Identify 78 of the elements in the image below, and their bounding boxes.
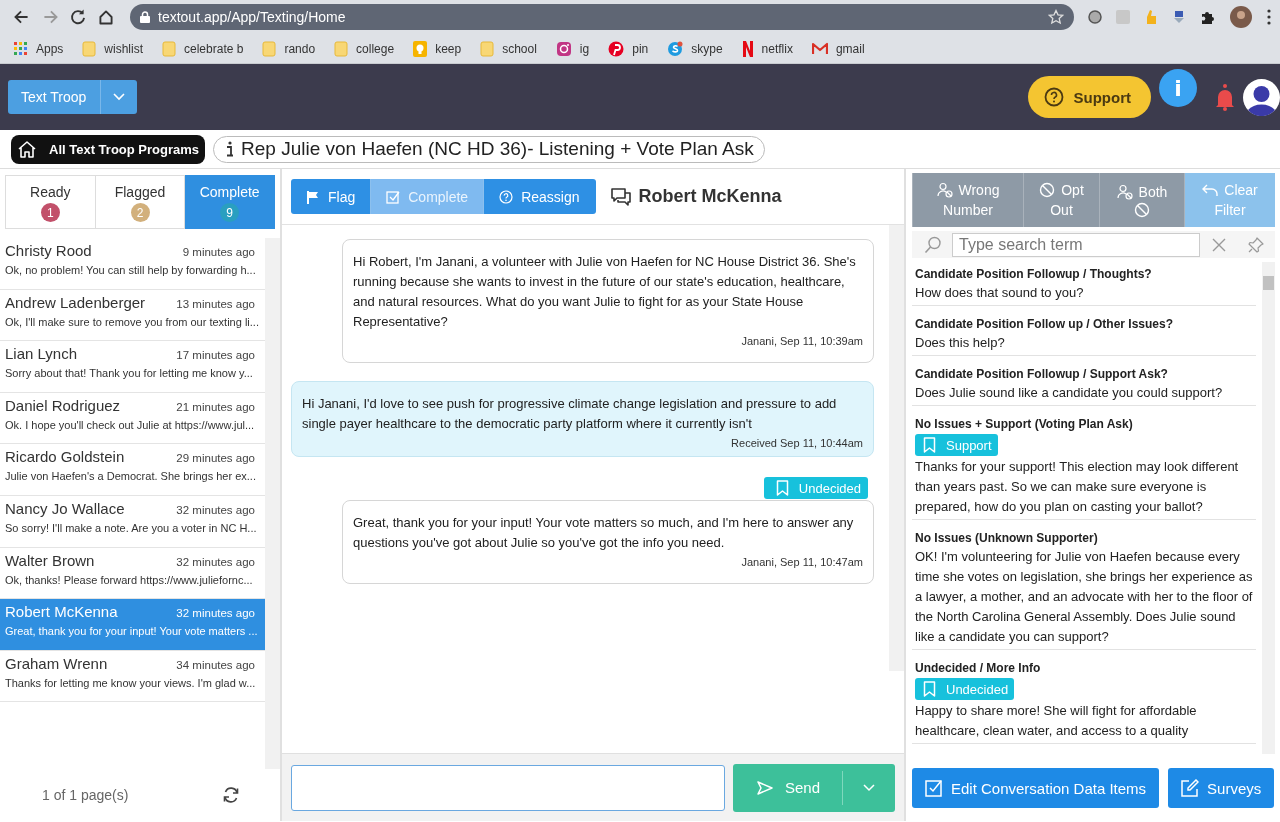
contact-name: Robert McKenna	[5, 603, 118, 621]
timestamp: 32 minutes ago	[176, 555, 255, 568]
bookmark-link[interactable]: rando	[284, 41, 316, 56]
script-title: No Issues + Support (Voting Plan Ask)	[915, 416, 1134, 433]
edit-data-button[interactable]: Edit Conversation Data Items	[912, 768, 1160, 808]
timestamp: 13 minutes ago	[176, 297, 255, 310]
bookmark-link[interactable]: keep	[435, 41, 462, 56]
bookmark-link[interactable]: college	[356, 41, 395, 56]
contact-name: Christy Rood	[5, 242, 92, 259]
script-text: How does that sound to you?	[915, 284, 1085, 302]
script-text: Thanks for your support! This election may look different than years past. So we can make sure everyone is prepared, how do you plan on casting your ballot?	[915, 458, 1240, 516]
script-text: OK! I'm volunteering for Julie von Haefen because every time she votes on legislation, she brings her experience as a lawyer, a mother, and an advocate with her to the floor of the North Carolina General Assembly. Does Julie sound like a candidate you can support?	[915, 548, 1254, 646]
script-item[interactable]: Candidate Position Followup / Support Ask? Does Julie sound like a candidate you could support?	[912, 362, 1256, 406]
bookmark-link[interactable]: wishlist	[104, 41, 144, 56]
message-meta: Janani, Sep 11, 10:39am	[740, 334, 863, 348]
timestamp: 17 minutes ago	[176, 349, 255, 362]
surveys-button[interactable]: Surveys	[1168, 768, 1275, 808]
bookmark-link[interactable]: Apps	[36, 41, 64, 56]
script-title: Undecided / More Info	[915, 660, 1042, 677]
message-preview: Sorry about that! Thank you for letting me know y...	[5, 367, 254, 380]
message-preview: Great, thank you for your input! Your vote matters ...	[5, 625, 259, 638]
script-item[interactable]: Candidate Position Follow up / Other Issues? Does this help?	[912, 312, 1256, 356]
contact-name: Walter Brown	[5, 551, 95, 569]
script-item[interactable]: Undecided / More Info Undecided Happy to share more! She will fight for affordable healthcare, clean water, and access to a quality	[912, 656, 1256, 744]
bookmark-link[interactable]: school	[502, 41, 537, 56]
message-preview: Thanks for letting me know your views. I'm glad w...	[5, 676, 257, 689]
message-meta: Received Sep 11, 10:44am	[730, 436, 863, 450]
script-title: No Issues (Unknown Supporter)	[915, 530, 1099, 547]
message-preview: Julie von Haefen's a Democrat. She brings her ex...	[5, 470, 257, 483]
message-preview: Ok, thanks! Please forward https://www.juliefornc...	[5, 573, 254, 586]
bookmark-link[interactable]: celebrate b	[184, 41, 244, 56]
script-title: Candidate Position Followup / Support Ask?	[915, 366, 1169, 383]
message-text: Great, thank you for your input! Your vote matters so much, and I'm here to answer any questions you've got about Julie so you've got the info you need.	[353, 514, 855, 552]
count-badge: 9	[220, 203, 240, 222]
script-title: Candidate Position Followup / Thoughts?	[915, 266, 1153, 283]
script-item[interactable]: Candidate Position Followup / Thoughts? How does that sound to you?	[912, 262, 1256, 306]
bookmark-link[interactable]: gmail	[835, 41, 865, 56]
all-programs-button[interactable]: All Text Troop Programs	[11, 134, 205, 164]
bookmark-link[interactable]: ig	[579, 41, 590, 56]
count-badge: 1	[40, 203, 60, 222]
status-tab[interactable]: Flagged 2	[95, 175, 186, 229]
status-tag: Support	[915, 434, 998, 456]
script-text: Does Julie sound like a candidate you could support?	[915, 384, 1224, 402]
url-text: textout.app/App/Texting/Home	[158, 9, 347, 25]
address-bar[interactable]: textout.app/App/Texting/Home	[130, 4, 1074, 30]
timestamp: 34 minutes ago	[176, 658, 255, 671]
contact-name: Robert McKenna	[638, 186, 782, 207]
contact-name: Nancy Jo Wallace	[5, 499, 125, 517]
message-meta: Janani, Sep 11, 10:47am	[740, 555, 863, 569]
timestamp: 21 minutes ago	[176, 400, 255, 413]
status-tag: Undecided	[763, 477, 868, 499]
message-preview: Ok, I'll make sure to remove you from our texting li...	[5, 315, 260, 328]
status-tag: Undecided	[915, 678, 1015, 700]
message-text: Hi Robert, I'm Janani, a volunteer with Julie von Haefen for NC House District 36. She's running because she wants to invest in the future of our state's education, healthcare, and natural resources. What do you want Julie to fight for as your State House Representative?	[353, 253, 857, 331]
search-field[interactable]: Type search term	[952, 232, 1200, 257]
bookmark-link[interactable]: netflix	[761, 41, 793, 56]
bookmark-link[interactable]: skype	[691, 41, 723, 56]
timestamp: 32 minutes ago	[176, 607, 255, 620]
count-badge: 2	[130, 203, 150, 222]
message-text: Hi Janani, I'd love to see push for progressive climate change legislation and pressure to add single payer healthcare to the democratic party platform where it currently isn't	[302, 395, 838, 433]
bookmark-link[interactable]: pin	[632, 41, 649, 56]
message-preview: Ok, no problem! You can still help by forwarding h...	[5, 264, 257, 276]
timestamp: 9 minutes ago	[182, 246, 255, 258]
contact-name: Graham Wrenn	[5, 654, 108, 672]
script-text: Happy to share more! She will fight for affordable healthcare, clean water, and access to a quality	[915, 702, 1198, 740]
timestamp: 29 minutes ago	[176, 452, 255, 465]
page-count: 1 of 1 page(s)	[42, 787, 129, 803]
script-text: Does this help?	[915, 334, 1006, 352]
contact-name: Daniel Rodriguez	[5, 396, 121, 414]
support-button[interactable]: Support	[1027, 76, 1151, 118]
message-preview: Ok. I hope you'll check out Julie at https://www.jul...	[5, 418, 256, 431]
status-tab[interactable]: Ready 1	[5, 175, 96, 229]
timestamp: 32 minutes ago	[176, 503, 255, 516]
contact-name: Andrew Ladenberger	[5, 293, 146, 311]
script-title: Candidate Position Follow up / Other Issues?	[915, 316, 1175, 333]
contact-name: Ricardo Goldstein	[5, 448, 125, 466]
message-preview: So sorry! I'll make a note. Are you a voter in NC H...	[5, 521, 258, 534]
contact-name: Lian Lynch	[5, 345, 77, 363]
